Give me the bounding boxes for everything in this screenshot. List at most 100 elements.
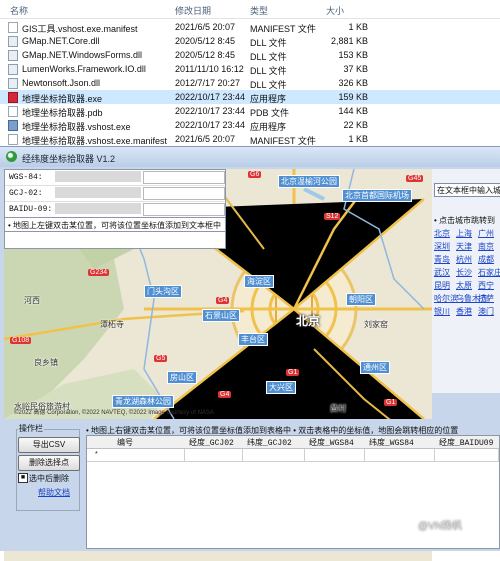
document-icon [8,106,18,117]
city-link[interactable]: 深圳 [434,241,450,252]
city-link[interactable]: 广州 [478,228,494,239]
table-cell[interactable] [243,449,305,461]
operations-legend: 操作栏 [18,423,44,434]
table-column-header[interactable]: 经度_GCJ02 [189,437,234,448]
map-hint-bar: • 地图上左键双击某位置，可将该位置坐标值添加到文本框中 [4,217,226,232]
table-cell[interactable] [305,449,365,461]
file-size: 22 KB [343,120,368,130]
city-link[interactable]: 哈尔滨 [434,293,458,304]
city-link[interactable]: 长沙 [456,267,472,278]
coord-value-wgs84-alt[interactable] [143,171,225,184]
city-link[interactable]: 北京 [434,228,450,239]
file-size: 37 KB [343,64,368,74]
coord-label-gcj02: GCJ-02: [9,189,43,198]
watermark: @VN扬帆 [418,521,463,532]
document-icon [8,134,18,145]
city-link[interactable]: 西宁 [478,280,494,291]
road-shield: G4 [216,297,230,304]
new-row-marker: * [95,451,98,458]
city-search-input[interactable]: 在文本框中输入城市 [434,183,500,197]
map-place-label: 大兴区 [266,381,296,394]
file-name: GMap.NET.Core.dll [22,36,100,46]
file-date: 2022/10/17 23:44 [175,120,246,130]
city-jump-hint: • 点击城市跳转到 [434,216,496,225]
city-link[interactable]: 太原 [456,280,472,291]
road-shield: S12 [324,213,341,220]
city-link[interactable]: 上海 [456,228,472,239]
road-shield: G4 [218,391,232,398]
road-shield: G108 [10,337,32,344]
map-place-label: 海淀区 [244,275,274,288]
file-row[interactable]: LumenWorks.Framework.IO.dll 2011/11/10 16… [0,62,500,76]
coord-value-baidu09-alt[interactable] [143,203,225,216]
map-place-label: 石景山区 [202,309,240,322]
city-link[interactable]: 青岛 [434,254,450,265]
file-row[interactable]: GMap.NET.WindowsForms.dll 2020/5/12 8:45 D… [0,48,500,62]
column-header-type[interactable]: 类型 [250,4,268,17]
help-docs-link[interactable]: 帮助文档 [38,487,70,498]
city-link[interactable]: 银川 [434,306,450,317]
map-place-label: 北京首都国际机场 [342,189,412,202]
city-link[interactable]: 石家庄 [478,267,500,278]
table-new-row[interactable]: * [87,449,499,462]
table-column-header[interactable]: 经度_WGS84 [309,437,354,448]
file-row[interactable]: 地理坐标拾取器.pdb 2022/10/17 23:44 PDB 文件 144 KB [0,104,500,118]
file-name: GMap.NET.WindowsForms.dll [22,50,143,60]
city-link[interactable]: 拉萨 [478,293,494,304]
city-link[interactable]: 澳门 [478,306,494,317]
column-header-size[interactable]: 大小 [326,4,344,17]
app-window: 经纬度坐标拾取器 V1.2 北京温榆河公园 北京首都国际机场 门头沟区 海淀区 石景山区… [0,146,500,561]
road-shield: G1 [384,399,398,406]
table-cell[interactable] [113,449,185,461]
file-date: 2012/7/17 20:27 [175,78,241,88]
dll-file-icon [8,78,18,89]
file-row[interactable]: 地理坐标拾取器.exe 2022/10/17 23:44 应用程序 159 KB [0,90,500,104]
coord-value-gcj02-alt[interactable] [143,187,225,200]
coord-value-baidu09[interactable] [55,203,141,214]
app-title-bar[interactable]: 经纬度坐标拾取器 V1.2 [0,147,500,167]
file-date: 2022/10/17 23:44 [175,106,246,116]
map-place-label: 门头沟区 [144,285,182,298]
road-shield: G5 [154,355,168,362]
file-row[interactable]: GMap.NET.Core.dll 2020/5/12 8:45 DLL 文件 2,8… [0,34,500,48]
table-column-header[interactable]: 编号 [117,437,133,448]
city-link[interactable]: 香港 [456,306,472,317]
city-link[interactable]: 南京 [478,241,494,252]
table-cell[interactable] [435,449,499,461]
city-panel: 在文本框中输入城市 • 点击城市跳转到 北京上海广州深圳天津南京青岛杭州成都武汉… [432,169,500,393]
coord-value-gcj02[interactable] [55,187,141,198]
map-place-label: 朝阳区 [346,293,376,306]
city-link[interactable]: 天津 [456,241,472,252]
file-size: 1 KB [348,22,368,32]
table-cell[interactable] [185,449,243,461]
column-header-date[interactable]: 修改日期 [175,4,211,17]
file-row[interactable]: 地理坐标拾取器.vshost.exe.manifest 2021/6/5 20:0… [0,132,500,146]
file-size: 144 KB [338,106,368,116]
map-center-label: 北京 [296,314,321,328]
city-link[interactable]: 昆明 [434,280,450,291]
coord-row-gcj02: GCJ-02: [5,186,225,202]
city-link[interactable]: 成都 [478,254,494,265]
file-date: 2011/11/10 16:12 [175,64,244,74]
dll-file-icon [8,36,18,47]
delete-selected-button[interactable]: 删除选择点 [18,455,80,471]
coord-value-wgs84[interactable] [55,171,141,182]
table-cell[interactable] [365,449,435,461]
delete-after-select-checkbox[interactable]: ■ [18,473,28,483]
column-header-name[interactable]: 名称 [10,4,28,17]
road-shield: G1 [286,369,300,376]
map-place-label: 房山区 [167,371,197,384]
road-shield: G6 [248,171,262,178]
table-column-header[interactable]: 纬度_WGS84 [369,437,414,448]
city-link[interactable]: 杭州 [456,254,472,265]
table-column-header[interactable]: 经度_BAIDU09 [439,437,493,448]
file-row[interactable]: Newtonsoft.Json.dll 2012/7/17 20:27 DLL 文件… [0,76,500,90]
file-row[interactable]: GIS工具.vshost.exe.manifest 2021/6/5 20:07 M… [0,20,500,34]
file-date: 2021/6/5 20:07 [175,134,236,144]
city-link[interactable]: 武汉 [434,267,450,278]
table-column-header[interactable]: 纬度_GCJ02 [247,437,292,448]
road-shield: G45 [406,175,424,182]
dll-file-icon [8,64,18,75]
file-row[interactable]: 地理坐标拾取器.vshost.exe 2022/10/17 23:44 应用程序 22… [0,118,500,132]
export-csv-button[interactable]: 导出CSV [18,437,80,453]
